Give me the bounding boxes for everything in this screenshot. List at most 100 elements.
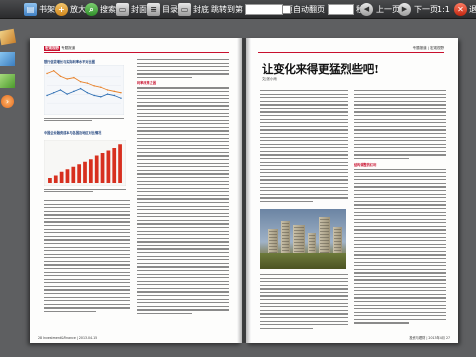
header-rule	[258, 52, 444, 53]
search-button[interactable]: ⌕ 搜索	[85, 2, 116, 17]
data-point	[86, 92, 89, 94]
toc-label: 目录	[162, 5, 178, 14]
right-page-column-2: 结构调整的红利	[354, 90, 446, 326]
exit-button[interactable]: ✕ 退出	[454, 2, 476, 17]
auto-flip-group: 自动翻页 秒	[282, 2, 364, 17]
zoom-in-button[interactable]: + 放大	[55, 2, 86, 17]
left-page-column-2: 利率改革之困	[137, 59, 229, 316]
zoom-in-icon: +	[55, 3, 68, 16]
book-spine	[237, 38, 251, 343]
data-point	[66, 93, 68, 95]
actual-size-button[interactable]: 1:1	[437, 2, 450, 17]
data-point	[46, 72, 48, 75]
toc-icon: ≡	[147, 3, 160, 16]
auto-flip-label: 自动翻页	[293, 5, 325, 14]
right-page-header: 专题报道 | 宏观视野	[412, 46, 444, 50]
data-point	[93, 85, 95, 87]
back-cover-button[interactable]: ▭ 封底	[178, 2, 209, 17]
figure1-caption: 银行信贷增长与实际利率水平对比图	[44, 60, 95, 64]
data-point	[79, 81, 82, 83]
bar	[118, 144, 122, 183]
data-point	[59, 89, 62, 91]
left-page-footer: 28 Investment&Finance | 2013.04.15	[38, 336, 98, 340]
data-point	[46, 94, 48, 97]
bookshelf-label: 书架	[39, 5, 55, 14]
data-point	[73, 76, 75, 79]
header-tag: 宏观视野	[44, 46, 60, 51]
cover-icon: ▭	[116, 3, 129, 16]
bar	[106, 150, 111, 183]
next-page-button[interactable]: ▶ 下一页	[398, 2, 438, 17]
bar	[65, 169, 70, 183]
back-cover-icon: ▭	[178, 3, 191, 16]
data-point	[113, 94, 115, 97]
left-subheading: 利率改革之困	[137, 81, 157, 86]
data-point	[100, 86, 102, 88]
bar	[53, 175, 58, 183]
article-title: 让变化来得更猛烈些吧!	[262, 62, 379, 76]
bar	[94, 155, 99, 183]
bookmark-icon[interactable]	[0, 52, 15, 66]
right-page-column-1-lower	[260, 274, 348, 331]
data-point	[66, 78, 68, 80]
bar	[59, 171, 64, 183]
exit-label: 退出	[469, 5, 476, 14]
data-point	[73, 90, 75, 93]
bar-chart	[44, 140, 126, 186]
bookshelf-button[interactable]: ▤ 书架	[24, 2, 55, 17]
page-number-input[interactable]	[245, 4, 283, 15]
cover-button[interactable]: ▭ 封面	[116, 2, 147, 17]
header-section: 专题报道	[61, 46, 76, 50]
back-cover-label: 封底	[193, 5, 209, 14]
right-page[interactable]: 专题报道 | 宏观视野 让变化来得更猛烈些吧! 文|张小雨 结构调整的红利 投资…	[246, 38, 458, 343]
bar	[112, 148, 117, 183]
next-page-label: 下一页	[414, 5, 438, 14]
bar	[77, 164, 82, 183]
figure2-note	[44, 189, 126, 194]
right-page-column-1	[260, 90, 348, 205]
prev-page-label: 上一页	[376, 5, 400, 14]
data-point	[53, 92, 55, 94]
notes-icon[interactable]	[0, 74, 15, 88]
auto-flip-seconds-input[interactable]	[328, 4, 354, 15]
figure1-note	[44, 118, 124, 123]
goto-page-group: 跳转到第 页	[211, 2, 293, 17]
left-page[interactable]: 宏观视野 专题报道 银行信贷增长与实际利率水平对比图 中国企业融资成本与各国及地…	[30, 38, 242, 343]
prev-arrow-icon: ◀	[360, 3, 373, 16]
header-rule	[44, 52, 229, 53]
right-subheading: 结构调整的红利	[354, 162, 377, 167]
bar	[71, 166, 76, 183]
data-point	[120, 97, 122, 99]
bookshelf-icon: ▤	[24, 3, 37, 16]
left-page-header: 宏观视野 专题报道	[44, 46, 75, 51]
data-point	[86, 82, 89, 84]
toc-button[interactable]: ≡ 目录	[147, 2, 178, 17]
right-page-footer: 投资与理财 | 2013年4月 27	[409, 336, 450, 340]
next-arrow-icon: ▶	[398, 3, 411, 16]
data-point	[93, 94, 95, 97]
data-point	[100, 96, 102, 98]
books-stack-icon[interactable]	[0, 28, 17, 46]
data-point	[79, 87, 82, 90]
data-point	[59, 75, 62, 77]
left-page-column-1	[44, 200, 130, 315]
prev-page-button[interactable]: ◀ 上一页	[360, 2, 400, 17]
auto-flip-checkbox[interactable]	[282, 5, 291, 14]
data-point	[113, 90, 115, 93]
line-chart	[44, 65, 124, 115]
figure2-caption: 中国企业融资成本与各国及地区对比情况	[44, 131, 102, 135]
search-label: 搜索	[100, 5, 116, 14]
actual-size-label: 1:1	[437, 5, 450, 14]
toolbar: ▤ 书架 + 放大 ⌕ 搜索 ▭ 封面 ≡ 目录 ▭ 封底 跳转到第 页 自动翻…	[0, 0, 476, 19]
side-nav-button[interactable]: ›	[1, 95, 14, 108]
bar	[100, 153, 105, 183]
bar	[48, 178, 52, 183]
magazine-spread[interactable]: 宏观视野 专题报道 银行信贷增长与实际利率水平对比图 中国企业融资成本与各国及地…	[30, 38, 458, 343]
city-skyline-photo	[260, 209, 346, 269]
goto-page-label: 跳转到第	[211, 5, 243, 14]
search-icon: ⌕	[85, 3, 98, 16]
exit-icon: ✕	[454, 3, 467, 16]
data-point	[120, 92, 122, 94]
data-point	[106, 93, 109, 95]
zoom-in-label: 放大	[70, 5, 86, 14]
